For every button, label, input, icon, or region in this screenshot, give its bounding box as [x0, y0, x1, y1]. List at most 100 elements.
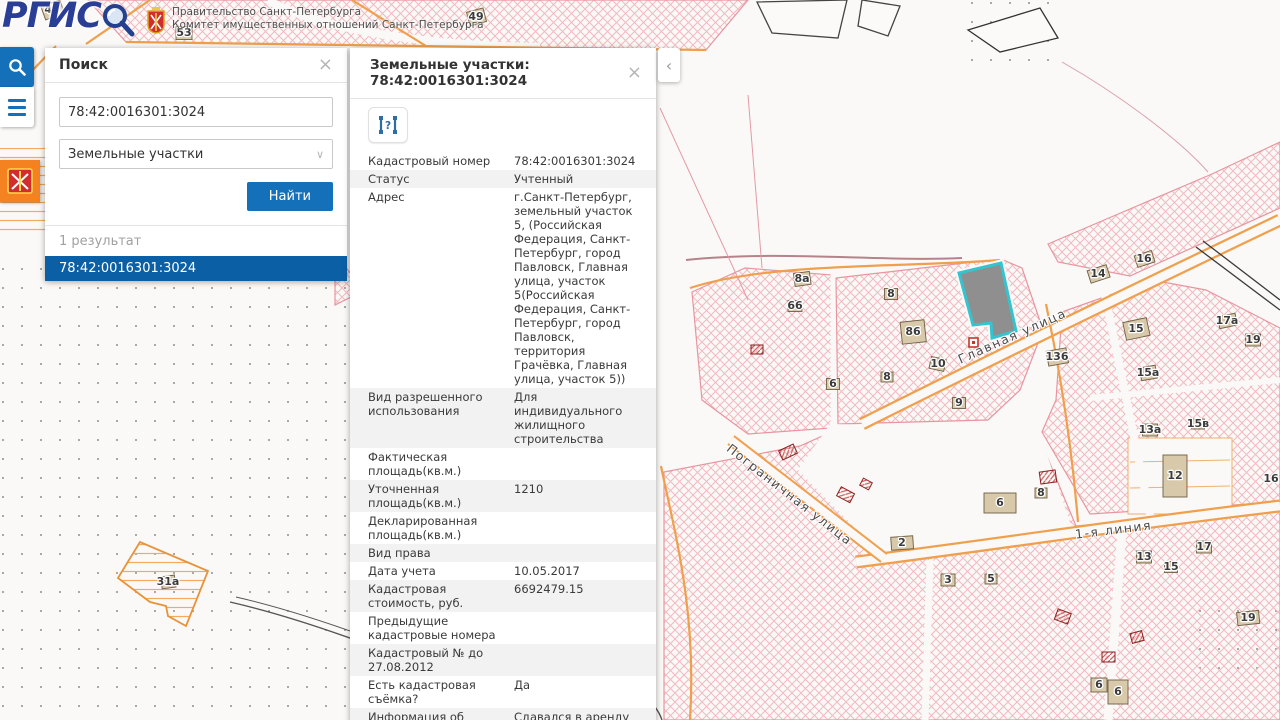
detail-row: Дата учета10.05.2017: [350, 562, 656, 580]
chevron-left-icon: ‹: [666, 56, 672, 75]
map-parcel-label: 12: [1167, 469, 1182, 482]
detail-row-label: Вид разрешенного использования: [368, 390, 514, 446]
map-parcel-label: 13а: [1139, 423, 1162, 436]
detail-row-label: Адрес: [368, 190, 514, 386]
map-parcel-label: 8а: [794, 272, 809, 285]
detail-row: Адресг.Санкт-Петербург, земельный участо…: [350, 188, 656, 388]
map-parcel-label: 13: [1136, 550, 1151, 563]
detail-row: Кадастровая стоимость, руб.6692479.15: [350, 580, 656, 612]
detail-row-label: Кадастровый № до 27.08.2012: [368, 646, 514, 674]
detail-row: Информация об арендеСдавался в аренду ра…: [350, 708, 656, 720]
detail-row-label: Уточненная площадь(кв.м.): [368, 482, 514, 510]
layer-select[interactable]: Земельные участки ∨: [59, 139, 333, 169]
details-panel-header: Земельные участки: 78:42:0016301:3024 ×: [350, 48, 656, 99]
detail-row-value: г.Санкт-Петербург, земельный участок 5, …: [514, 190, 644, 386]
spb-emblem-icon: [7, 167, 33, 195]
search-query-input[interactable]: [59, 97, 333, 127]
search-results: 1 результат 78:42:0016301:3024: [45, 225, 347, 281]
map-parcel-label: 19: [1245, 333, 1260, 346]
sidebar-menu-button[interactable]: [0, 87, 34, 127]
map-parcel-label: 8: [1037, 486, 1045, 499]
extent-question-icon: ?: [378, 115, 398, 135]
map-parcel-label: 14: [1090, 267, 1106, 280]
map-parcel-label: 15: [1163, 560, 1178, 573]
map-parcel-label: 16: [1136, 252, 1152, 265]
details-panel-close-icon[interactable]: ×: [627, 66, 642, 80]
detail-row-value: [514, 646, 644, 674]
detail-row: Кадастровый номер78:42:0016301:3024: [350, 152, 656, 170]
detail-row-value: Да: [514, 678, 644, 706]
map-parcel-label: 53: [176, 26, 191, 39]
map-parcel-label: 31а: [157, 575, 180, 588]
detail-row: Декларированная площадь(кв.м.): [350, 512, 656, 544]
chevron-down-icon: ∨: [316, 148, 324, 161]
detail-row-value: [514, 450, 644, 478]
result-row-selected[interactable]: 78:42:0016301:3024: [45, 256, 347, 281]
detail-row-value: [514, 614, 644, 642]
map-parcel-label: 19: [1240, 611, 1255, 624]
app-stage: 4553498а866861086914161517а1913615а13а15…: [0, 0, 1280, 720]
svg-text:?: ?: [385, 120, 391, 132]
detail-row: Уточненная площадь(кв.м.)1210: [350, 480, 656, 512]
detail-row-value: [514, 514, 644, 542]
detail-row-label: Предыдущие кадастровые номера: [368, 614, 514, 642]
search-icon: [8, 58, 26, 76]
detail-row: Вид разрешенного использованияДля индиви…: [350, 388, 656, 448]
detail-row-value: 10.05.2017: [514, 564, 644, 578]
map-parcel-label: 66: [787, 299, 803, 312]
map-parcel-label: 8: [887, 287, 895, 300]
map-parcel-label: 86: [905, 325, 921, 338]
detail-row-value: [514, 546, 644, 560]
detail-row-value: 6692479.15: [514, 582, 644, 610]
detail-row-value: Сдавался в аренду ранее: [514, 710, 644, 720]
detail-row-label: Фактическая площадь(кв.м.): [368, 450, 514, 478]
search-panel-header: Поиск ×: [45, 48, 347, 83]
panel-collapse-button[interactable]: ‹: [658, 48, 680, 82]
map-parcel-label: 8: [883, 370, 891, 383]
detail-row-value: 78:42:0016301:3024: [514, 154, 644, 168]
map-parcel-label: 15а: [1137, 366, 1160, 379]
detail-row-label: Дата учета: [368, 564, 514, 578]
zoom-to-extent-button[interactable]: ?: [368, 107, 408, 143]
map-parcel-label: 6: [829, 377, 837, 390]
results-count: 1 результат: [45, 226, 347, 256]
detail-row-label: Есть кадастровая съёмка?: [368, 678, 514, 706]
detail-row: Предыдущие кадастровые номера: [350, 612, 656, 644]
search-panel: Поиск × Земельные участки ∨ Найти 1 резу…: [45, 48, 347, 281]
detail-row-label: Вид права: [368, 546, 514, 560]
detail-row-label: Декларированная площадь(кв.м.): [368, 514, 514, 542]
map-parcel-label: 45: [44, 3, 59, 16]
map-parcel-label: 6: [996, 496, 1004, 509]
detail-row: Кадастровый № до 27.08.2012: [350, 644, 656, 676]
layer-select-value: Земельные участки: [68, 147, 203, 162]
map-parcel-label: 136: [1046, 350, 1069, 363]
search-panel-close-icon[interactable]: ×: [318, 58, 333, 72]
map-parcel-label: 15: [1128, 322, 1143, 335]
detail-row-value: Учтенный: [514, 172, 644, 186]
detail-row-label: Информация об аренде: [368, 710, 514, 720]
map-parcel-label: 9: [955, 396, 963, 409]
map-parcel-label: 6: [1114, 685, 1122, 698]
detail-row-label: Кадастровый номер: [368, 154, 514, 168]
sidebar-search-button[interactable]: [0, 47, 34, 87]
map-parcel-label: 6: [1095, 678, 1103, 691]
search-panel-title: Поиск: [59, 57, 108, 73]
detail-row-value: Для индивидуального жилищного строительс…: [514, 390, 644, 446]
find-button[interactable]: Найти: [247, 182, 333, 211]
map-parcel-label: 5: [987, 572, 995, 585]
detail-row: Фактическая площадь(кв.м.): [350, 448, 656, 480]
details-panel-title: Земельные участки: 78:42:0016301:3024: [370, 57, 627, 89]
map-parcel-label: 17: [1196, 540, 1211, 553]
detail-row: Есть кадастровая съёмка?Да: [350, 676, 656, 708]
details-table: Кадастровый номер78:42:0016301:3024Стату…: [350, 152, 656, 720]
map-parcel-label: 10: [930, 357, 946, 370]
map-parcel-label: 15в: [1187, 417, 1209, 430]
detail-row-label: Статус: [368, 172, 514, 186]
map-parcel-label: 3: [944, 573, 952, 586]
detail-row-label: Кадастровая стоимость, руб.: [368, 582, 514, 610]
details-panel: Земельные участки: 78:42:0016301:3024 × …: [350, 48, 656, 720]
map-parcel-label: 2: [898, 536, 906, 549]
sidebar-emblem-button[interactable]: [0, 160, 40, 202]
search-form: Земельные участки ∨ Найти: [45, 83, 347, 225]
map-parcel-label: 49: [468, 10, 483, 23]
